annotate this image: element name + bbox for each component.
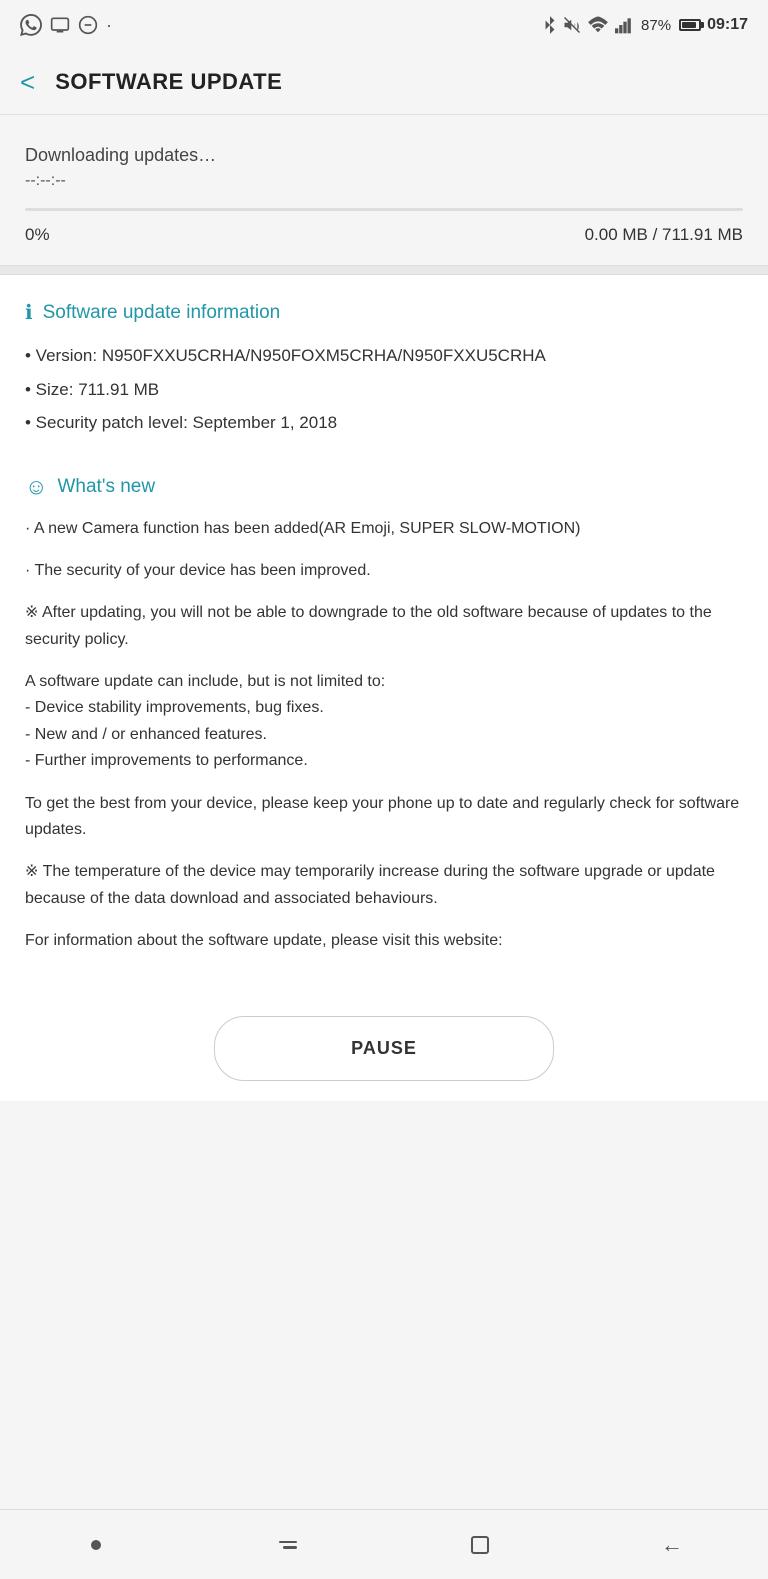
whats-new-icon: ☺: [25, 474, 47, 500]
downgrade-warning-text: ※ After updating, you will not be able t…: [25, 600, 743, 653]
status-time: 09:17: [707, 16, 748, 34]
back-arrow-icon: ←: [661, 1532, 683, 1558]
whats-new-header: ☺ What's new: [25, 474, 743, 500]
bottom-nav-spacer: [0, 1101, 768, 1171]
time-remaining: --:--:--: [25, 172, 743, 190]
status-icons-left: ·: [20, 14, 112, 36]
whats-new-section: ☺ What's new · A new Camera function has…: [0, 469, 768, 996]
header: < SOFTWARE UPDATE: [0, 50, 768, 115]
status-icons-right: 87% 09:17: [543, 15, 748, 35]
home-button[interactable]: [450, 1520, 510, 1570]
back-button[interactable]: <: [20, 69, 35, 95]
pause-area: PAUSE: [0, 996, 768, 1101]
stability-item: - Device stability improvements, bug fix…: [25, 699, 324, 716]
keep-updated-text: To get the best from your device, please…: [25, 791, 743, 844]
whats-new-title: What's new: [57, 476, 155, 498]
security-update-text: · The security of your device has been i…: [25, 558, 743, 584]
download-section: Downloading updates… --:--:-- 0% 0.00 MB…: [0, 115, 768, 265]
size-info: • Size: 711.91 MB: [25, 377, 743, 403]
battery-icon: [679, 19, 701, 31]
signal-icon: [615, 16, 635, 34]
camera-update-text: · A new Camera function has been added(A…: [25, 516, 743, 542]
progress-info: 0% 0.00 MB / 711.91 MB: [25, 225, 743, 245]
whats-new-body: · A new Camera function has been added(A…: [25, 516, 743, 955]
battery-percent: 87%: [641, 17, 671, 34]
recent-apps-button[interactable]: [66, 1520, 126, 1570]
wifi-icon: [587, 16, 609, 34]
back-nav-button[interactable]: ←: [642, 1520, 702, 1570]
bottom-nav: ←: [0, 1509, 768, 1579]
progress-bar-container: [25, 208, 743, 211]
features-item: - New and / or enhanced features.: [25, 726, 267, 743]
info-header: ℹ Software update information: [25, 300, 743, 325]
update-includes-block: A software update can include, but is no…: [25, 669, 743, 775]
section-divider: [0, 265, 768, 275]
screen-icon: [50, 15, 70, 35]
page-title: SOFTWARE UPDATE: [55, 69, 282, 95]
menu-icon: [279, 1541, 297, 1549]
security-patch-info: • Security patch level: September 1, 201…: [25, 410, 743, 436]
info-section-title: Software update information: [43, 302, 281, 324]
whatsapp-icon: [20, 14, 42, 36]
progress-size: 0.00 MB / 711.91 MB: [585, 225, 743, 245]
temperature-warning-text: ※ The temperature of the device may temp…: [25, 859, 743, 912]
bluetooth-icon: [543, 15, 557, 35]
update-includes-label: A software update can include, but is no…: [25, 673, 385, 690]
website-info-text: For information about the software updat…: [25, 928, 743, 954]
info-icon: ℹ: [25, 300, 33, 325]
performance-item: - Further improvements to performance.: [25, 752, 308, 769]
software-info-section: ℹ Software update information • Version:…: [0, 275, 768, 469]
progress-percent: 0%: [25, 225, 50, 245]
dot-indicator: ·: [106, 15, 112, 36]
downloading-label: Downloading updates…: [25, 145, 743, 166]
version-info: • Version: N950FXXU5CRHA/N950FOXM5CRHA/N…: [25, 343, 743, 369]
pause-button[interactable]: PAUSE: [214, 1016, 554, 1081]
menu-button[interactable]: [258, 1520, 318, 1570]
dnd-icon: [78, 15, 98, 35]
mute-icon: [563, 15, 581, 35]
home-icon: [471, 1536, 489, 1554]
recent-apps-icon: [91, 1540, 101, 1550]
status-bar: · 87% 09:17: [0, 0, 768, 50]
